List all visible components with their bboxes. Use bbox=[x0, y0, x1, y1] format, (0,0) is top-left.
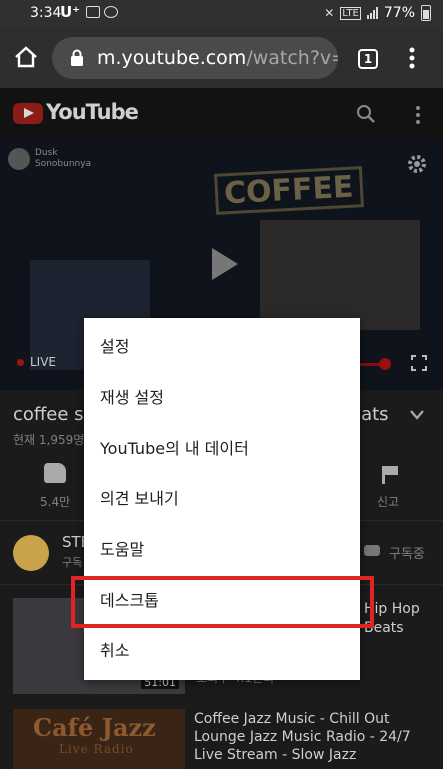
recommendation-thumbnail[interactable]: Café Jazz Live Radio bbox=[13, 709, 185, 769]
search-icon[interactable] bbox=[356, 104, 376, 124]
video-title[interactable]: coffee s bbox=[13, 404, 84, 425]
like-count: 5.4만 bbox=[40, 495, 71, 509]
live-badge: LIVE bbox=[17, 355, 56, 369]
more-vert-icon[interactable] bbox=[408, 46, 416, 70]
channel-avatar[interactable] bbox=[13, 535, 49, 571]
youtube-logo-text[interactable]: YouTube bbox=[46, 100, 139, 124]
chevron-down-icon[interactable] bbox=[410, 410, 424, 420]
battery-level: 77% bbox=[383, 5, 415, 21]
report-flag-icon[interactable] bbox=[382, 466, 398, 484]
carrier-label: U⁺ bbox=[60, 3, 81, 21]
url-host: m.youtube.com bbox=[97, 47, 247, 69]
report-label: 신고 bbox=[377, 495, 400, 509]
status-bar: 3:34 U⁺ ✕ LTE 77% bbox=[0, 0, 443, 28]
home-icon[interactable] bbox=[14, 46, 38, 68]
play-icon[interactable] bbox=[212, 248, 238, 280]
menu-item-send-feedback[interactable]: 의견 보내기 bbox=[84, 473, 360, 524]
youtube-logo-icon[interactable] bbox=[13, 103, 43, 124]
menu-item-your-data[interactable]: YouTube의 내 데이터 bbox=[84, 423, 360, 474]
browser-toolbar: m.youtube.com/watch?v=Rg 1 bbox=[0, 28, 443, 88]
live-label: LIVE bbox=[30, 355, 57, 369]
mute-icon: ✕ bbox=[324, 6, 335, 20]
fullscreen-icon[interactable] bbox=[411, 355, 427, 371]
coffee-sign: COFFEE bbox=[214, 166, 364, 215]
lte-icon: LTE bbox=[340, 6, 361, 20]
channel-watermark-icon bbox=[8, 148, 30, 170]
url-text: m.youtube.com/watch?v=Rg bbox=[97, 47, 338, 69]
image-notification-icon bbox=[86, 6, 100, 18]
view-count: 현재 1,959명 bbox=[13, 433, 85, 447]
seek-handle[interactable] bbox=[379, 358, 391, 370]
battery-icon bbox=[421, 5, 431, 21]
tab-switcher-button[interactable]: 1 bbox=[358, 49, 378, 69]
status-time: 3:34 bbox=[30, 5, 62, 21]
live-dot-icon bbox=[17, 359, 24, 366]
menu-item-playback-settings[interactable]: 재생 설정 bbox=[84, 372, 360, 423]
channel-watermark-text: Dusk Sonobunnya bbox=[35, 148, 91, 170]
menu-item-settings[interactable]: 설정 bbox=[84, 321, 360, 372]
youtube-more-icon[interactable] bbox=[414, 105, 422, 125]
signal-icon bbox=[366, 7, 378, 19]
chat-notification-icon bbox=[104, 6, 118, 18]
like-icon[interactable] bbox=[44, 463, 66, 483]
url-path: /watch?v=Rg bbox=[246, 47, 338, 69]
thumbnail-title: Café Jazz bbox=[33, 713, 156, 742]
menu-item-cancel[interactable]: 취소 bbox=[84, 625, 360, 676]
channel-subscribers: 구독 bbox=[62, 556, 83, 569]
background-window bbox=[260, 220, 420, 330]
menu-item-help[interactable]: 도움말 bbox=[84, 524, 360, 575]
thumbnail-subtitle: Live Radio bbox=[59, 742, 134, 756]
lock-icon bbox=[71, 49, 83, 66]
settings-gear-icon[interactable] bbox=[405, 152, 429, 176]
youtube-header: YouTube bbox=[0, 88, 443, 140]
subscribe-button[interactable]: 구독중 bbox=[389, 543, 425, 562]
highlight-box bbox=[71, 576, 374, 628]
address-bar[interactable]: m.youtube.com/watch?v=Rg bbox=[52, 37, 338, 79]
channel-tag-line-2: Sonobunnya bbox=[35, 159, 92, 169]
channel-tag-line-1: Dusk bbox=[35, 148, 58, 158]
subscribed-icon[interactable] bbox=[364, 545, 380, 556]
